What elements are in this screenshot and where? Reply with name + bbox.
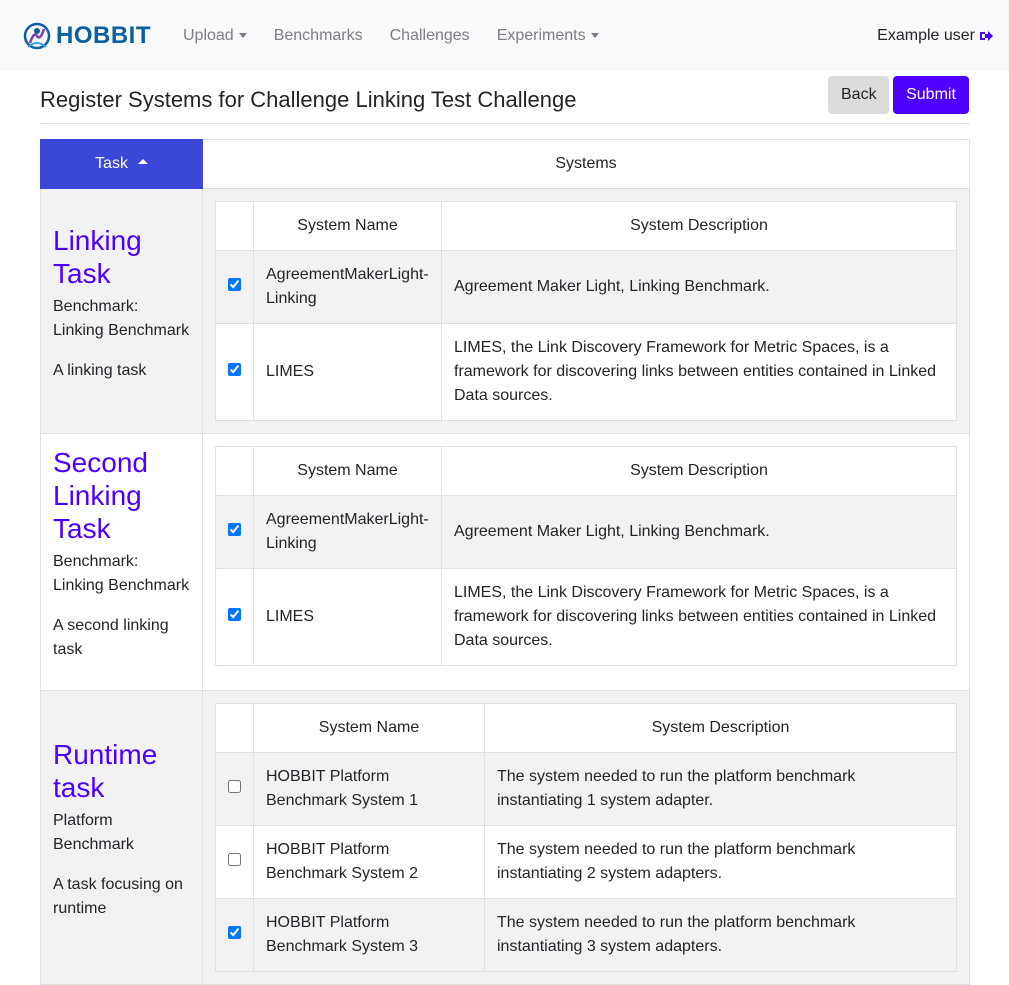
system-description: LIMES, the Link Discovery Framework for … <box>441 568 957 666</box>
checkbox-cell <box>215 495 254 569</box>
system-select-checkbox[interactable] <box>228 926 241 939</box>
nav-upload[interactable]: Upload <box>183 27 247 45</box>
task-benchmark: Platform Benchmark <box>53 812 134 853</box>
main-container: Register Systems for Challenge Linking T… <box>40 71 970 985</box>
system-name: LIMES <box>253 568 442 666</box>
task-name: Linking Task <box>53 224 142 289</box>
task-row: Second Linking Task Benchmark: Linking B… <box>40 433 970 691</box>
task-description: A linking task <box>53 361 147 379</box>
task-benchmark: Benchmark: Linking Benchmark <box>53 297 190 339</box>
nav-challenges[interactable]: Challenges <box>390 27 470 45</box>
system-name: HOBBIT Platform Benchmark System 3 <box>253 898 485 972</box>
nav-benchmarks[interactable]: Benchmarks <box>274 27 363 45</box>
system-row: HOBBIT Platform Benchmark System 2 The s… <box>215 825 957 899</box>
system-select-checkbox[interactable] <box>228 523 241 536</box>
system-name-header: System Name <box>253 703 485 753</box>
task-description: A task focusing on runtime <box>53 876 183 917</box>
task-cell: Second Linking Task Benchmark: Linking B… <box>40 433 203 691</box>
system-name: HOBBIT Platform Benchmark System 2 <box>253 825 485 899</box>
system-description-header: System Description <box>441 201 957 251</box>
checkbox-cell <box>215 752 254 826</box>
systems-cell: System Name System Description Agreement… <box>202 188 970 434</box>
system-description: The system needed to run the platform be… <box>484 898 957 972</box>
system-name-header: System Name <box>253 201 442 251</box>
checkbox-cell <box>215 323 254 421</box>
chevron-down-icon <box>238 33 247 38</box>
submit-button[interactable]: Submit <box>893 76 969 114</box>
system-row: AgreementMakerLight-Linking Agreement Ma… <box>215 250 957 324</box>
title-row: Register Systems for Challenge Linking T… <box>40 71 970 124</box>
sort-asc-icon <box>137 159 148 165</box>
task-description: A second linking task <box>53 617 169 658</box>
page-title: Register Systems for Challenge Linking T… <box>40 87 577 112</box>
checkbox-cell <box>215 568 254 666</box>
system-description: The system needed to run the platform be… <box>484 825 957 899</box>
task-column-header[interactable]: Task <box>40 139 203 189</box>
hobbit-logo-icon <box>23 22 51 49</box>
nav-experiments[interactable]: Experiments <box>497 27 599 45</box>
system-row: AgreementMakerLight-Linking Agreement Ma… <box>215 495 957 569</box>
system-name: LIMES <box>253 323 442 421</box>
task-row: Linking Task Benchmark: Linking Benchmar… <box>40 188 970 434</box>
nav-experiments-label: Experiments <box>496 26 586 44</box>
system-description: Agreement Maker Light, Linking Benchmark… <box>441 250 957 324</box>
navbar: HOBBIT Upload Benchmarks Challenges Expe… <box>0 0 1009 71</box>
system-select-checkbox[interactable] <box>228 278 241 291</box>
system-description-header: System Description <box>441 446 957 496</box>
systems-cell: System Name System Description Agreement… <box>202 433 970 691</box>
system-name: AgreementMakerLight-Linking <box>253 495 442 569</box>
registration-table: Task Systems Linking Task Benchmark: Lin… <box>40 139 970 985</box>
checkbox-column-header <box>215 703 254 753</box>
task-cell: Runtime task Platform Benchmark A task f… <box>40 690 203 985</box>
sign-out-icon <box>980 30 993 41</box>
system-row: LIMES LIMES, the Link Discovery Framewor… <box>215 568 957 666</box>
system-row: HOBBIT Platform Benchmark System 3 The s… <box>215 898 957 972</box>
checkbox-column-header <box>215 201 254 251</box>
back-button[interactable]: Back <box>828 76 889 114</box>
user-menu[interactable]: Example user <box>877 0 993 71</box>
systems-table: System Name System Description Agreement… <box>215 201 957 421</box>
system-select-checkbox[interactable] <box>228 853 241 866</box>
task-name: Runtime task <box>53 739 158 803</box>
system-description: The system needed to run the platform be… <box>484 752 957 826</box>
system-name: AgreementMakerLight-Linking <box>253 250 442 324</box>
system-select-checkbox[interactable] <box>228 608 241 621</box>
chevron-down-icon <box>590 33 599 38</box>
system-description: Agreement Maker Light, Linking Benchmark… <box>441 495 957 569</box>
task-name: Second Linking Task <box>53 447 148 544</box>
systems-cell: System Name System Description HOBBIT Pl… <box>202 690 970 985</box>
brand-link[interactable]: HOBBIT <box>22 21 151 51</box>
system-name: HOBBIT Platform Benchmark System 1 <box>253 752 485 826</box>
nav-challenges-label: Challenges <box>389 26 470 44</box>
system-name-header: System Name <box>253 446 442 496</box>
systems-column-header: Systems <box>202 139 970 189</box>
system-row: LIMES LIMES, the Link Discovery Framewor… <box>215 323 957 421</box>
nav-upload-label: Upload <box>183 26 234 44</box>
nav-benchmarks-label: Benchmarks <box>273 26 363 44</box>
task-cell: Linking Task Benchmark: Linking Benchmar… <box>40 188 203 434</box>
system-description: LIMES, the Link Discovery Framework for … <box>441 323 957 421</box>
system-select-checkbox[interactable] <box>228 780 241 793</box>
system-select-checkbox[interactable] <box>228 363 241 376</box>
task-row: Runtime task Platform Benchmark A task f… <box>40 690 970 985</box>
task-benchmark: Benchmark: Linking Benchmark <box>53 553 190 594</box>
checkbox-cell <box>215 250 254 324</box>
task-header-label: Task <box>95 155 128 172</box>
checkbox-cell <box>215 825 254 899</box>
system-description-header: System Description <box>484 703 957 753</box>
system-row: HOBBIT Platform Benchmark System 1 The s… <box>215 752 957 826</box>
checkbox-cell <box>215 898 254 972</box>
checkbox-column-header <box>215 446 254 496</box>
nav-links: Upload Benchmarks Challenges Experiments <box>173 27 599 45</box>
systems-table: System Name System Description Agreement… <box>215 446 957 666</box>
user-label: Example user <box>877 26 975 44</box>
brand-name: HOBBIT <box>56 21 151 49</box>
systems-table: System Name System Description HOBBIT Pl… <box>215 703 957 972</box>
